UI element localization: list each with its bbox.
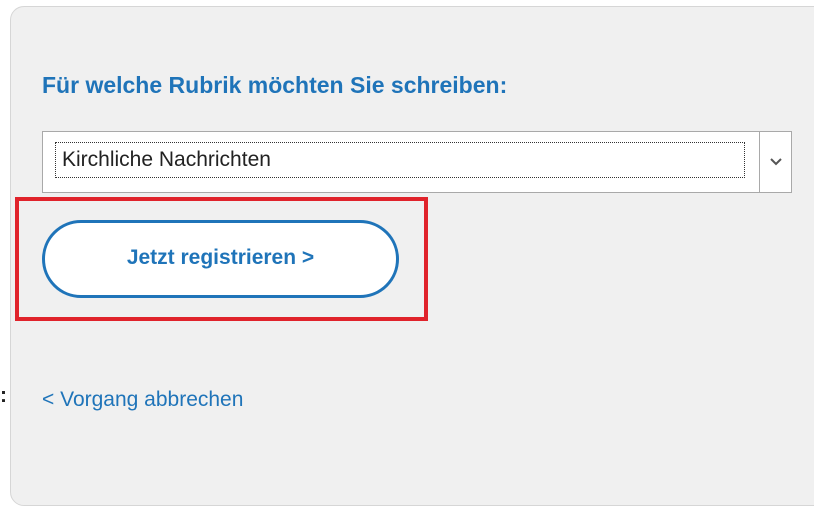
register-button[interactable]: Jetzt registrieren > (42, 220, 399, 298)
chevron-down-icon (769, 153, 782, 171)
category-select-value: Kirchliche Nachrichten (55, 142, 745, 178)
form-heading: Für welche Rubrik möchten Sie schreiben: (42, 72, 508, 98)
category-select[interactable]: Kirchliche Nachrichten (42, 131, 792, 193)
select-dropdown-button[interactable] (759, 132, 791, 192)
partial-text-fragment: : (0, 384, 7, 407)
cancel-link[interactable]: < Vorgang abbrechen (42, 388, 243, 412)
